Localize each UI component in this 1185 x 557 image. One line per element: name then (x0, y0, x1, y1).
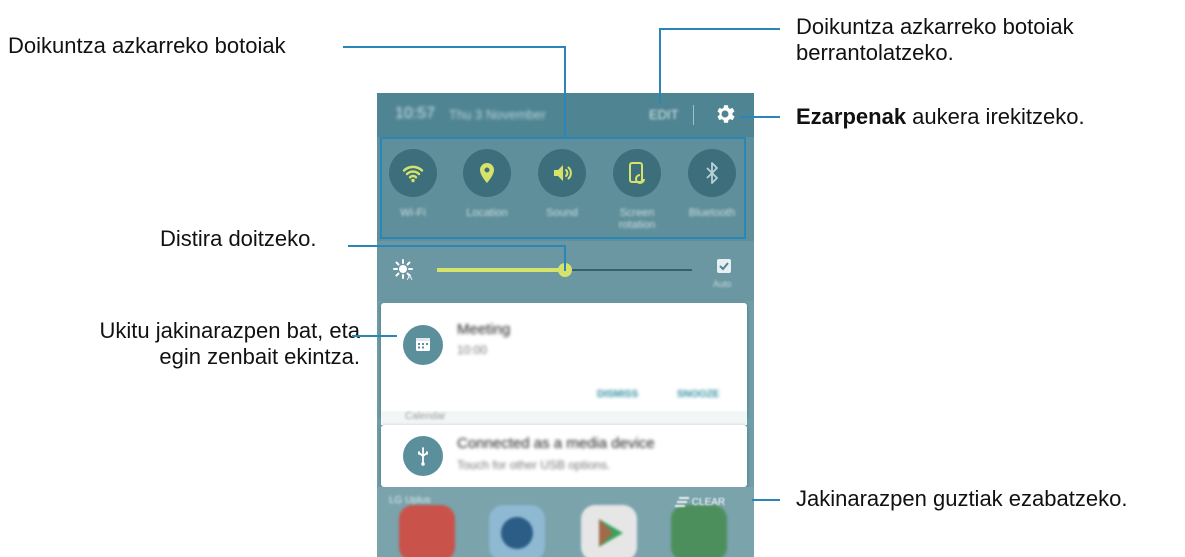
quick-buttons-bracket-left (380, 137, 382, 239)
notification-subtitle: Touch for other USB options. (457, 458, 611, 472)
quick-buttons-bracket-right (744, 137, 746, 239)
auto-brightness-label: Auto (713, 279, 732, 289)
app-icon-folder (671, 505, 727, 557)
callout-settings-bold: Ezarpenak (796, 104, 907, 129)
leader-quick-buttons-h (343, 46, 565, 48)
gear-icon[interactable] (713, 102, 737, 126)
callout-rearrange-line1: Doikuntza azkarreko botoiak (796, 14, 1074, 39)
bluetooth-toggle[interactable] (688, 149, 736, 197)
status-divider (693, 105, 694, 125)
home-dock: LG Uplus CLEAR (377, 487, 754, 557)
notification-panel: 10:57 Thu 3 November EDIT Wi-Fi Location… (377, 93, 754, 557)
clear-all-label: CLEAR (691, 497, 726, 508)
edit-button[interactable]: EDIT (649, 107, 679, 122)
location-icon (480, 163, 494, 183)
quick-label-wifi: Wi-Fi (400, 207, 426, 219)
wifi-icon (402, 165, 424, 183)
callout-clear-all: Jakinarazpen guztiak ezabatzeko. (796, 486, 1128, 511)
quick-settings-panel: Wi-Fi Location Sound Screen rotation Blu… (377, 137, 754, 241)
snooze-button[interactable]: SNOOZE (677, 389, 719, 400)
brightness-icon: A (393, 259, 413, 281)
screen-rotation-toggle[interactable] (613, 149, 661, 197)
wifi-toggle[interactable] (389, 149, 437, 197)
leader-brightness-h (348, 245, 566, 247)
svg-text:A: A (407, 273, 413, 281)
leader-notification (352, 335, 397, 337)
callout-rearrange: Doikuntza azkarreko botoiak berrantolatz… (796, 14, 1074, 66)
quick-buttons-bracket-bottom (381, 237, 745, 239)
quick-label-location: Location (466, 207, 508, 219)
callout-notification-line1: Ukitu jakinarazpen bat, eta (99, 318, 361, 343)
dismiss-button[interactable]: DISMISS (597, 389, 638, 400)
brightness-slider-fill (437, 268, 565, 272)
checkmark-icon (719, 262, 729, 271)
calendar-strip-label: Calendar (405, 411, 446, 422)
leader-rearrange-v (659, 28, 661, 104)
leader-rearrange-h (660, 28, 780, 30)
leader-settings (740, 116, 780, 118)
callout-brightness: Distira doitzeko. (160, 226, 317, 251)
auto-brightness-checkbox[interactable] (717, 259, 731, 273)
clear-all-button[interactable]: CLEAR (675, 497, 725, 508)
callout-notification: Ukitu jakinarazpen bat, eta egin zenbait… (40, 318, 361, 370)
notification-title: Connected as a media device (457, 435, 655, 452)
location-toggle[interactable] (463, 149, 511, 197)
quick-label-screen-rotation: Screen rotation (618, 207, 656, 231)
quick-buttons-bracket-top (381, 137, 745, 139)
callout-notification-line2: egin zenbait ekintza. (159, 344, 360, 369)
app-icon-camera (489, 505, 545, 557)
callout-settings-rest: aukera irekitzeko. (906, 104, 1085, 129)
calendar-strip: Calendar (381, 411, 747, 425)
status-time: 10:57 (395, 105, 436, 122)
quick-label-sound: Sound (546, 207, 578, 219)
bluetooth-icon (706, 162, 718, 184)
callout-quick-buttons: Doikuntza azkarreko botoiak (8, 33, 286, 58)
app-icon-play-store (581, 505, 637, 557)
callout-settings: Ezarpenak aukera irekitzeko. (796, 104, 1085, 130)
leader-brightness-v (564, 245, 566, 271)
callout-rearrange-line2: berrantolatzeko. (796, 40, 954, 65)
clear-all-icon (675, 497, 689, 508)
sound-icon (554, 165, 572, 181)
notification-subtitle: 10:00 (457, 343, 488, 357)
screen-rotation-icon (629, 162, 645, 184)
notification-title: Meeting (457, 321, 511, 338)
calendar-icon (403, 325, 443, 365)
notification-card-meeting[interactable]: Meeting 10:00 DISMISS SNOOZE (381, 303, 747, 419)
sound-toggle[interactable] (538, 149, 586, 197)
notification-card-usb[interactable]: Connected as a media device Touch for ot… (381, 425, 747, 487)
usb-icon (403, 436, 443, 476)
quick-label-bluetooth: Bluetooth (688, 207, 736, 219)
leader-clear-all (752, 499, 780, 501)
app-icon-red (399, 505, 455, 557)
status-date: Thu 3 November (449, 107, 546, 122)
leader-quick-buttons-v (564, 46, 566, 138)
